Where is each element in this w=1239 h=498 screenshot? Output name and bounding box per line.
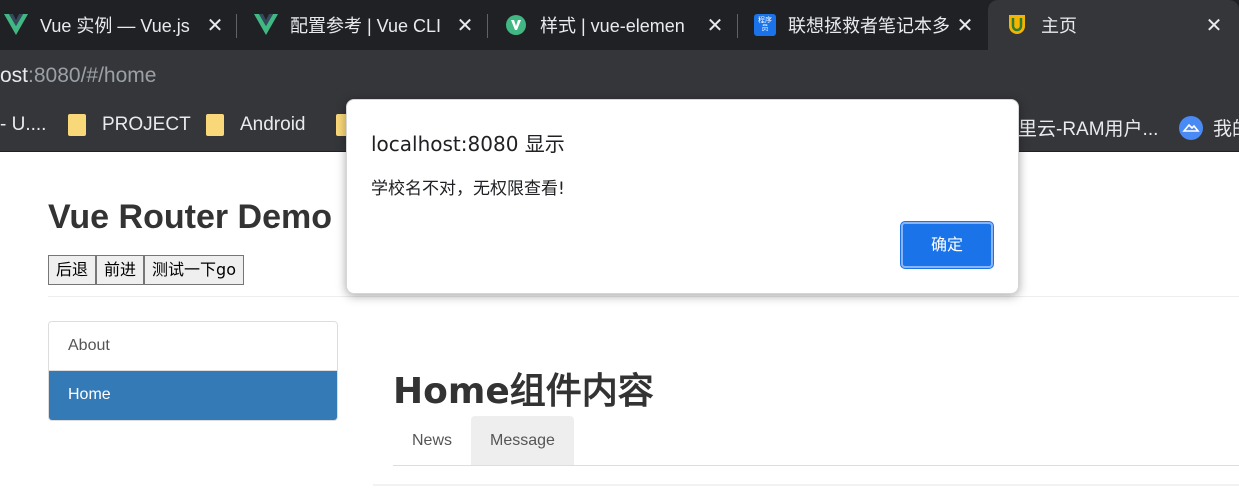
tab-title: 配置参考 | Vue CLI xyxy=(290,16,442,36)
tab-strip: Vue 实例 — Vue.js ✕ 配置参考 | Vue CLI ✕ 样式 | … xyxy=(0,0,1239,50)
forward-button[interactable]: 前进 xyxy=(96,255,145,285)
close-tab-icon[interactable]: ✕ xyxy=(204,13,226,38)
tab-news[interactable]: News xyxy=(393,416,471,465)
page-title: Vue Router Demo xyxy=(48,198,333,236)
bookmark-label: Android xyxy=(240,114,306,135)
tab-title: 主页 xyxy=(1041,16,1077,36)
divider xyxy=(48,296,1239,297)
bookmark-label: 我的 xyxy=(1213,119,1239,140)
dialog-title: localhost:8080 显示 xyxy=(371,132,565,156)
bookmark-item-mine[interactable]: 我的 xyxy=(1179,114,1239,141)
site-u-logo-icon xyxy=(1005,13,1029,37)
bookmark-label: PROJECT xyxy=(102,114,191,135)
bookmark-item-ram[interactable]: 里云-RAM用户... xyxy=(1018,114,1158,141)
url-text[interactable]: ost:8080/#/home xyxy=(0,64,156,88)
close-tab-icon[interactable]: ✕ xyxy=(454,13,476,38)
alert-dialog: localhost:8080 显示 学校名不对，无权限查看! 确定 xyxy=(346,99,1019,294)
vue-logo-icon xyxy=(4,13,28,37)
bookmark-label: - U.... xyxy=(0,114,47,135)
bookmark-folder-android[interactable]: Android xyxy=(206,114,306,136)
folder-icon xyxy=(68,114,86,136)
folder-icon xyxy=(206,114,224,136)
content-divider xyxy=(373,484,1239,486)
close-tab-icon[interactable]: ✕ xyxy=(704,13,726,38)
sub-tabs: News Message xyxy=(393,416,574,465)
url-host: ost xyxy=(0,64,29,87)
browser-tab-1[interactable]: Vue 实例 — Vue.js ✕ xyxy=(4,0,226,50)
chengxuyuan-logo-text: 程序员 xyxy=(758,17,772,32)
bookmark-folder-project[interactable]: PROJECT xyxy=(68,114,191,136)
browser-tab-active[interactable]: 主页 ✕ xyxy=(988,0,1239,50)
tab-message[interactable]: Message xyxy=(471,416,574,465)
tab-title: Vue 实例 — Vue.js xyxy=(40,16,190,36)
tab-title: 联想拯救者笔记本多 xyxy=(788,16,950,36)
close-tab-icon[interactable]: ✕ xyxy=(1203,13,1225,38)
tab-title: 样式 | vue-elemen xyxy=(540,16,685,36)
history-button-row: 后退 前进 测试一下go xyxy=(48,255,244,285)
bookmark-item[interactable]: - U.... xyxy=(0,114,46,136)
back-button[interactable]: 后退 xyxy=(48,255,97,285)
dialog-message: 学校名不对，无权限查看! xyxy=(371,179,565,199)
nav-item-about[interactable]: About xyxy=(49,322,337,371)
tab-separator xyxy=(737,14,738,38)
ok-button[interactable]: 确定 xyxy=(901,222,993,268)
tab-separator xyxy=(236,14,237,38)
home-heading: Home组件内容 xyxy=(393,371,654,412)
browser-tab-2[interactable]: 配置参考 | Vue CLI ✕ xyxy=(254,0,476,50)
browser-tab-4[interactable]: 程序员 联想拯救者笔记本多 ✕ xyxy=(754,0,976,50)
vue-element-logo-icon xyxy=(504,13,528,37)
chengxuyuan-logo-icon: 程序员 xyxy=(754,14,776,36)
cloud-icon xyxy=(1179,115,1203,140)
tabs-underline xyxy=(393,465,1239,466)
url-path: :8080/#/home xyxy=(28,64,157,87)
side-nav: About Home xyxy=(48,321,338,421)
vue-logo-icon xyxy=(254,13,278,37)
address-bar[interactable]: ost:8080/#/home xyxy=(0,50,1239,100)
close-tab-icon[interactable]: ✕ xyxy=(954,13,976,38)
nav-item-home[interactable]: Home xyxy=(49,371,337,420)
browser-tab-3[interactable]: 样式 | vue-elemen ✕ xyxy=(504,0,726,50)
tab-separator xyxy=(487,14,488,38)
bookmark-label: 里云-RAM用户... xyxy=(1018,119,1159,140)
test-go-button[interactable]: 测试一下go xyxy=(144,255,244,285)
